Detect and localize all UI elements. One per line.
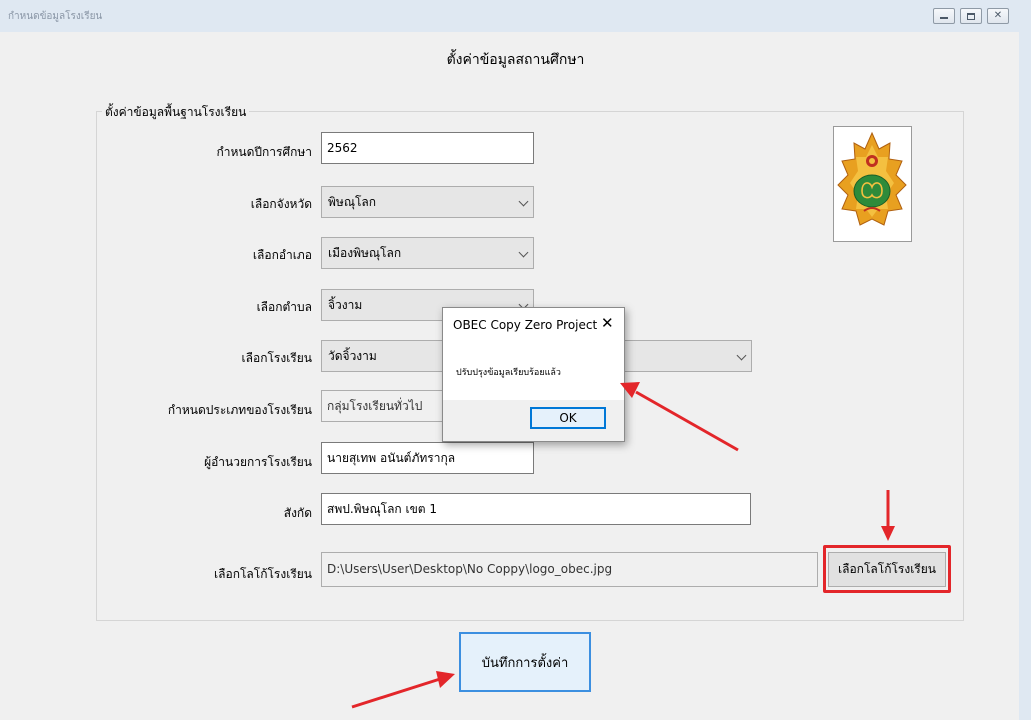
academic-year-input[interactable]: 2562 [321, 132, 534, 164]
district-select[interactable]: เมืองพิษณุโลก [321, 237, 534, 269]
dialog-close-icon[interactable]: ✕ [601, 314, 614, 332]
groupbox-legend: ตั้งค่าข้อมูลพื้นฐานโรงเรียน [102, 103, 250, 122]
close-icon: ✕ [993, 10, 1003, 21]
window-frame-right [1019, 32, 1031, 720]
annotation-highlight-box [823, 545, 951, 593]
minimize-icon [940, 17, 948, 19]
close-button[interactable]: ✕ [987, 8, 1009, 24]
school-type-label: กำหนดประเภทของโรงเรียน [167, 403, 312, 417]
dialog-ok-button[interactable]: OK [530, 407, 606, 429]
district-value: เมืองพิษณุโลก [328, 246, 402, 260]
director-input[interactable]: นายสุเทพ อนันต์ภัทรากุล [321, 442, 534, 474]
chevron-down-icon [518, 196, 529, 207]
academic-year-label: กำหนดปีการศึกษา [216, 145, 312, 159]
dialog-title: OBEC Copy Zero Project [453, 318, 598, 332]
school-label: เลือกโรงเรียน [241, 351, 312, 365]
affiliation-input[interactable]: สพป.พิษณุโลก เขต 1 [321, 493, 751, 525]
minimize-button[interactable] [933, 8, 955, 24]
maximize-icon [967, 12, 975, 20]
title-bar[interactable]: กำหนดข้อมูลโรงเรียน ✕ [0, 0, 1031, 32]
chevron-down-icon [736, 350, 747, 361]
obec-emblem-icon [837, 131, 907, 226]
province-select[interactable]: พิษณุโลก [321, 186, 534, 218]
dialog-message: ปรับปรุงข้อมูลเรียบร้อยแล้ว [456, 368, 561, 378]
save-settings-button[interactable]: บันทึกการตั้งค่า [459, 632, 591, 692]
school-logo-image [833, 126, 912, 242]
window-title: กำหนดข้อมูลโรงเรียน [8, 11, 103, 22]
logo-path-input[interactable]: D:\Users\User\Desktop\No Coppy\logo_obec… [321, 552, 818, 587]
district-label: เลือกอำเภอ [252, 248, 312, 262]
affiliation-label: สังกัด [283, 506, 312, 520]
chevron-down-icon [518, 247, 529, 258]
director-label: ผู้อำนวยการโรงเรียน [204, 455, 312, 469]
subdistrict-value: จิ้วงาม [328, 298, 363, 312]
subdistrict-label: เลือกตำบล [256, 300, 312, 314]
main-window: กำหนดข้อมูลโรงเรียน ✕ ตั้งค่าข้อมูลสถานศ… [0, 0, 1031, 720]
logo-label: เลือกโลโก้โรงเรียน [214, 567, 312, 581]
maximize-button[interactable] [960, 8, 982, 24]
province-value: พิษณุโลก [328, 195, 377, 209]
school-value: วัดจิ้วงาม [328, 349, 377, 363]
province-label: เลือกจังหวัด [250, 197, 312, 211]
page-title: ตั้งค่าข้อมูลสถานศึกษา [446, 52, 585, 68]
